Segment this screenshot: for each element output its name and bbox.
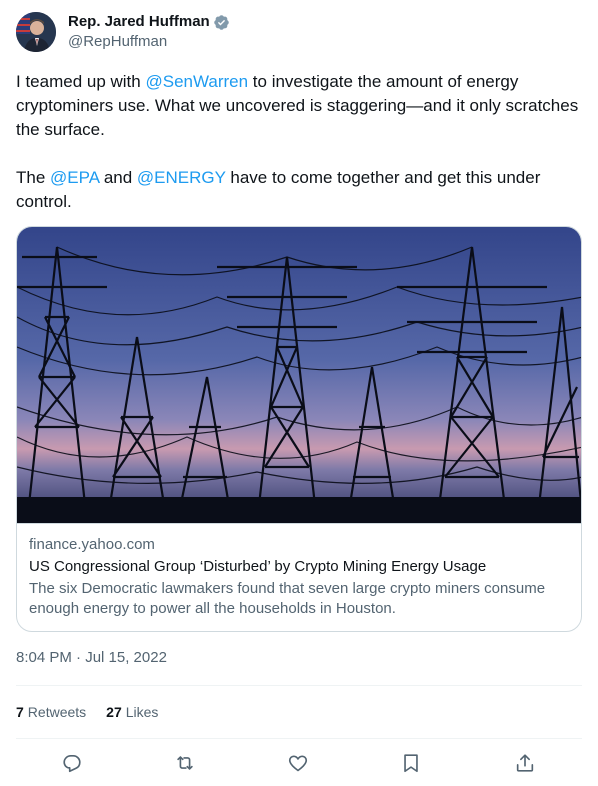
- retweets-count: 7: [16, 704, 24, 720]
- mention-link[interactable]: @SenWarren: [145, 72, 248, 91]
- verified-badge-icon: [213, 14, 229, 30]
- tweet-timestamp[interactable]: 8:04 PM · Jul 15, 2022: [16, 648, 167, 668]
- divider: [16, 685, 582, 686]
- share-button[interactable]: [513, 751, 537, 775]
- card-title: US Congressional Group ‘Disturbed’ by Cr…: [29, 558, 487, 575]
- mention-link[interactable]: @ENERGY: [137, 168, 226, 187]
- engagement-stats: 7 Retweets 27 Likes: [16, 702, 178, 722]
- tweet-header: Rep. Jared Huffman @RepHuffman: [16, 12, 230, 52]
- likes-stat[interactable]: 27 Likes: [106, 702, 158, 722]
- tweet-paragraph-1: I teamed up with @SenWarren to investiga…: [16, 70, 582, 142]
- mention-link[interactable]: @EPA: [50, 168, 99, 187]
- likes-label: Likes: [125, 704, 159, 720]
- card-description: The six Democratic lawmakers found that …: [29, 580, 546, 617]
- like-icon: [288, 755, 308, 772]
- retweets-label: Retweets: [27, 704, 87, 720]
- bookmark-button[interactable]: [399, 751, 423, 775]
- share-icon: [516, 754, 534, 772]
- display-name[interactable]: Rep. Jared Huffman: [68, 12, 210, 32]
- action-bar: [16, 748, 582, 778]
- retweet-button[interactable]: [173, 751, 197, 775]
- bookmark-icon: [404, 754, 418, 773]
- likes-count: 27: [106, 704, 122, 720]
- avatar[interactable]: [16, 12, 56, 52]
- link-preview-card[interactable]: finance.yahoo.com US Congressional Group…: [16, 226, 582, 632]
- tweet-text-segment: I teamed up with: [16, 72, 146, 91]
- tweet-paragraph-2: The @EPA and @ENERGY have to come togeth…: [16, 166, 582, 214]
- retweet-icon: [177, 756, 193, 770]
- card-domain: finance.yahoo.com: [29, 536, 155, 553]
- tweet-text: I teamed up with @SenWarren to investiga…: [16, 70, 582, 214]
- like-button[interactable]: [286, 751, 310, 775]
- reply-button[interactable]: [60, 751, 84, 775]
- tweet-text-segment: and: [99, 168, 137, 187]
- reply-icon: [63, 755, 81, 773]
- divider: [16, 738, 582, 739]
- retweets-stat[interactable]: 7 Retweets: [16, 702, 86, 722]
- card-image-power-lines: [17, 227, 581, 523]
- handle[interactable]: @RepHuffman: [68, 32, 230, 52]
- tweet-text-segment: The: [16, 168, 51, 187]
